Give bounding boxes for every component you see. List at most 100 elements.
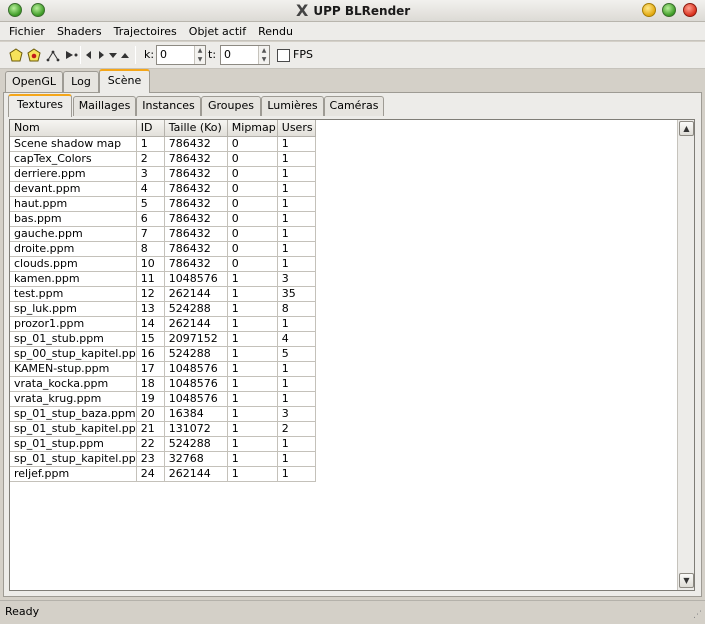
cell-mipmap: 1 [227,316,278,332]
tab-log[interactable]: Log [63,71,99,92]
cell-users: 1 [277,151,316,167]
vertical-scrollbar[interactable]: ▲ ▼ [677,120,694,590]
cell-users: 1 [277,391,316,407]
window-menu-button[interactable] [8,3,22,17]
table-row[interactable]: sp_01_stub_kapitel.pp 21 131072 1 2 [10,421,316,437]
menu-trajectoires[interactable]: Trajectoires [108,23,183,40]
t-spin-arrows[interactable]: ▲ ▼ [258,46,269,64]
column-header-mipmap[interactable]: Mipmap [227,120,278,137]
table-row[interactable]: gauche.ppm 7 786432 0 1 [10,226,316,242]
table-row[interactable]: sp_01_stup.ppm 22 524288 1 1 [10,436,316,452]
cell-nom: test.ppm [10,286,137,302]
play-step-icon[interactable] [64,48,78,62]
table-row[interactable]: prozor1.ppm 14 262144 1 1 [10,316,316,332]
cell-mipmap: 0 [227,196,278,212]
k-spinbox[interactable]: 0 ▲ ▼ [156,45,206,65]
menu-rendu[interactable]: Rendu [252,23,299,40]
shade-window-button[interactable] [31,3,45,17]
table-row[interactable]: clouds.ppm 10 786432 0 1 [10,256,316,272]
column-header-users[interactable]: Users [277,120,316,137]
table-row[interactable]: vrata_krug.ppm 19 1048576 1 1 [10,391,316,407]
cell-id: 12 [136,286,165,302]
cell-id: 15 [136,331,165,347]
subtab-lumieres[interactable]: Lumières [261,96,324,116]
cell-users: 5 [277,346,316,362]
edit-path-icon[interactable] [46,48,60,62]
table-row[interactable]: reljef.ppm 24 262144 1 1 [10,466,316,482]
subtab-cameras[interactable]: Caméras [324,96,384,116]
table-row[interactable]: sp_01_stub.ppm 15 2097152 1 4 [10,331,316,347]
table-row[interactable]: droite.ppm 8 786432 0 1 [10,241,316,257]
table-row[interactable]: capTex_Colors 2 786432 0 1 [10,151,316,167]
scroll-up-button[interactable]: ▲ [679,121,694,136]
subtab-textures[interactable]: Textures [8,94,72,117]
k-value[interactable]: 0 [160,48,167,61]
menu-fichier[interactable]: Fichier [3,23,51,40]
table-row[interactable]: vrata_kocka.ppm 18 1048576 1 1 [10,376,316,392]
table-row[interactable]: sp_01_stup_baza.ppm 20 16384 1 3 [10,406,316,422]
add-object-icon[interactable] [27,48,41,62]
cell-id: 3 [136,166,165,182]
cell-taille: 2097152 [164,331,228,347]
k-spin-arrows[interactable]: ▲ ▼ [194,46,205,64]
scroll-down-button[interactable]: ▼ [679,573,694,588]
cell-mipmap: 1 [227,331,278,347]
cell-nom: clouds.ppm [10,256,137,272]
table-row[interactable]: devant.ppm 4 786432 0 1 [10,181,316,197]
arrow-left-icon[interactable] [84,48,94,62]
arrow-right-icon[interactable] [96,48,106,62]
polygon-icon[interactable] [9,48,23,62]
arrow-up-icon[interactable] [120,48,130,62]
cell-users: 4 [277,331,316,347]
table-row[interactable]: haut.ppm 5 786432 0 1 [10,196,316,212]
menu-objet-actif[interactable]: Objet actif [183,23,252,40]
maximize-button[interactable] [662,3,676,17]
cell-id: 14 [136,316,165,332]
cell-id: 21 [136,421,165,437]
cell-nom: sp_luk.ppm [10,301,137,317]
minimize-button[interactable] [642,3,656,17]
cell-taille: 786432 [164,211,228,227]
column-header-id[interactable]: ID [136,120,165,137]
arrow-down-icon[interactable] [108,48,118,62]
close-button[interactable] [683,3,697,17]
resize-grip-icon[interactable]: ⋰ [690,609,702,621]
subtab-maillages[interactable]: Maillages [73,96,136,116]
cell-nom: sp_01_stub_kapitel.pp [10,421,137,437]
menu-shaders[interactable]: Shaders [51,23,108,40]
cell-taille: 1048576 [164,391,228,407]
table-row[interactable]: sp_00_stup_kapitel.pp 16 524288 1 5 [10,346,316,362]
t-spinbox[interactable]: 0 ▲ ▼ [220,45,270,65]
subtab-groupes[interactable]: Groupes [201,96,261,116]
tab-opengl[interactable]: OpenGL [5,71,63,92]
column-header-nom[interactable]: Nom [10,120,137,137]
cell-taille: 786432 [164,136,228,152]
cell-id: 22 [136,436,165,452]
column-header-taille[interactable]: Taille (Ko) [164,120,228,137]
cell-users: 3 [277,406,316,422]
cell-taille: 1048576 [164,376,228,392]
cell-nom: reljef.ppm [10,466,137,482]
cell-id: 4 [136,181,165,197]
tab-scene[interactable]: Scène [99,69,150,93]
cell-nom: derriere.ppm [10,166,137,182]
table-row[interactable]: kamen.ppm 11 1048576 1 3 [10,271,316,287]
table-row[interactable]: bas.ppm 6 786432 0 1 [10,211,316,227]
t-value[interactable]: 0 [224,48,231,61]
table-row[interactable]: sp_01_stup_kapitel.pp 23 32768 1 1 [10,451,316,467]
cell-users: 1 [277,316,316,332]
table-row[interactable]: Scene shadow map 1 786432 0 1 [10,136,316,152]
table-row[interactable]: test.ppm 12 262144 1 35 [10,286,316,302]
status-bar: Ready ⋰ [0,600,705,624]
cell-id: 11 [136,271,165,287]
subtab-instances[interactable]: Instances [136,96,201,116]
fps-checkbox[interactable] [277,49,290,62]
table-row[interactable]: derriere.ppm 3 786432 0 1 [10,166,316,182]
table-row[interactable]: sp_luk.ppm 13 524288 1 8 [10,301,316,317]
table-row[interactable]: KAMEN-stup.ppm 17 1048576 1 1 [10,361,316,377]
cell-taille: 524288 [164,346,228,362]
cell-nom: vrata_krug.ppm [10,391,137,407]
cell-nom: droite.ppm [10,241,137,257]
cell-nom: haut.ppm [10,196,137,212]
cell-id: 7 [136,226,165,242]
